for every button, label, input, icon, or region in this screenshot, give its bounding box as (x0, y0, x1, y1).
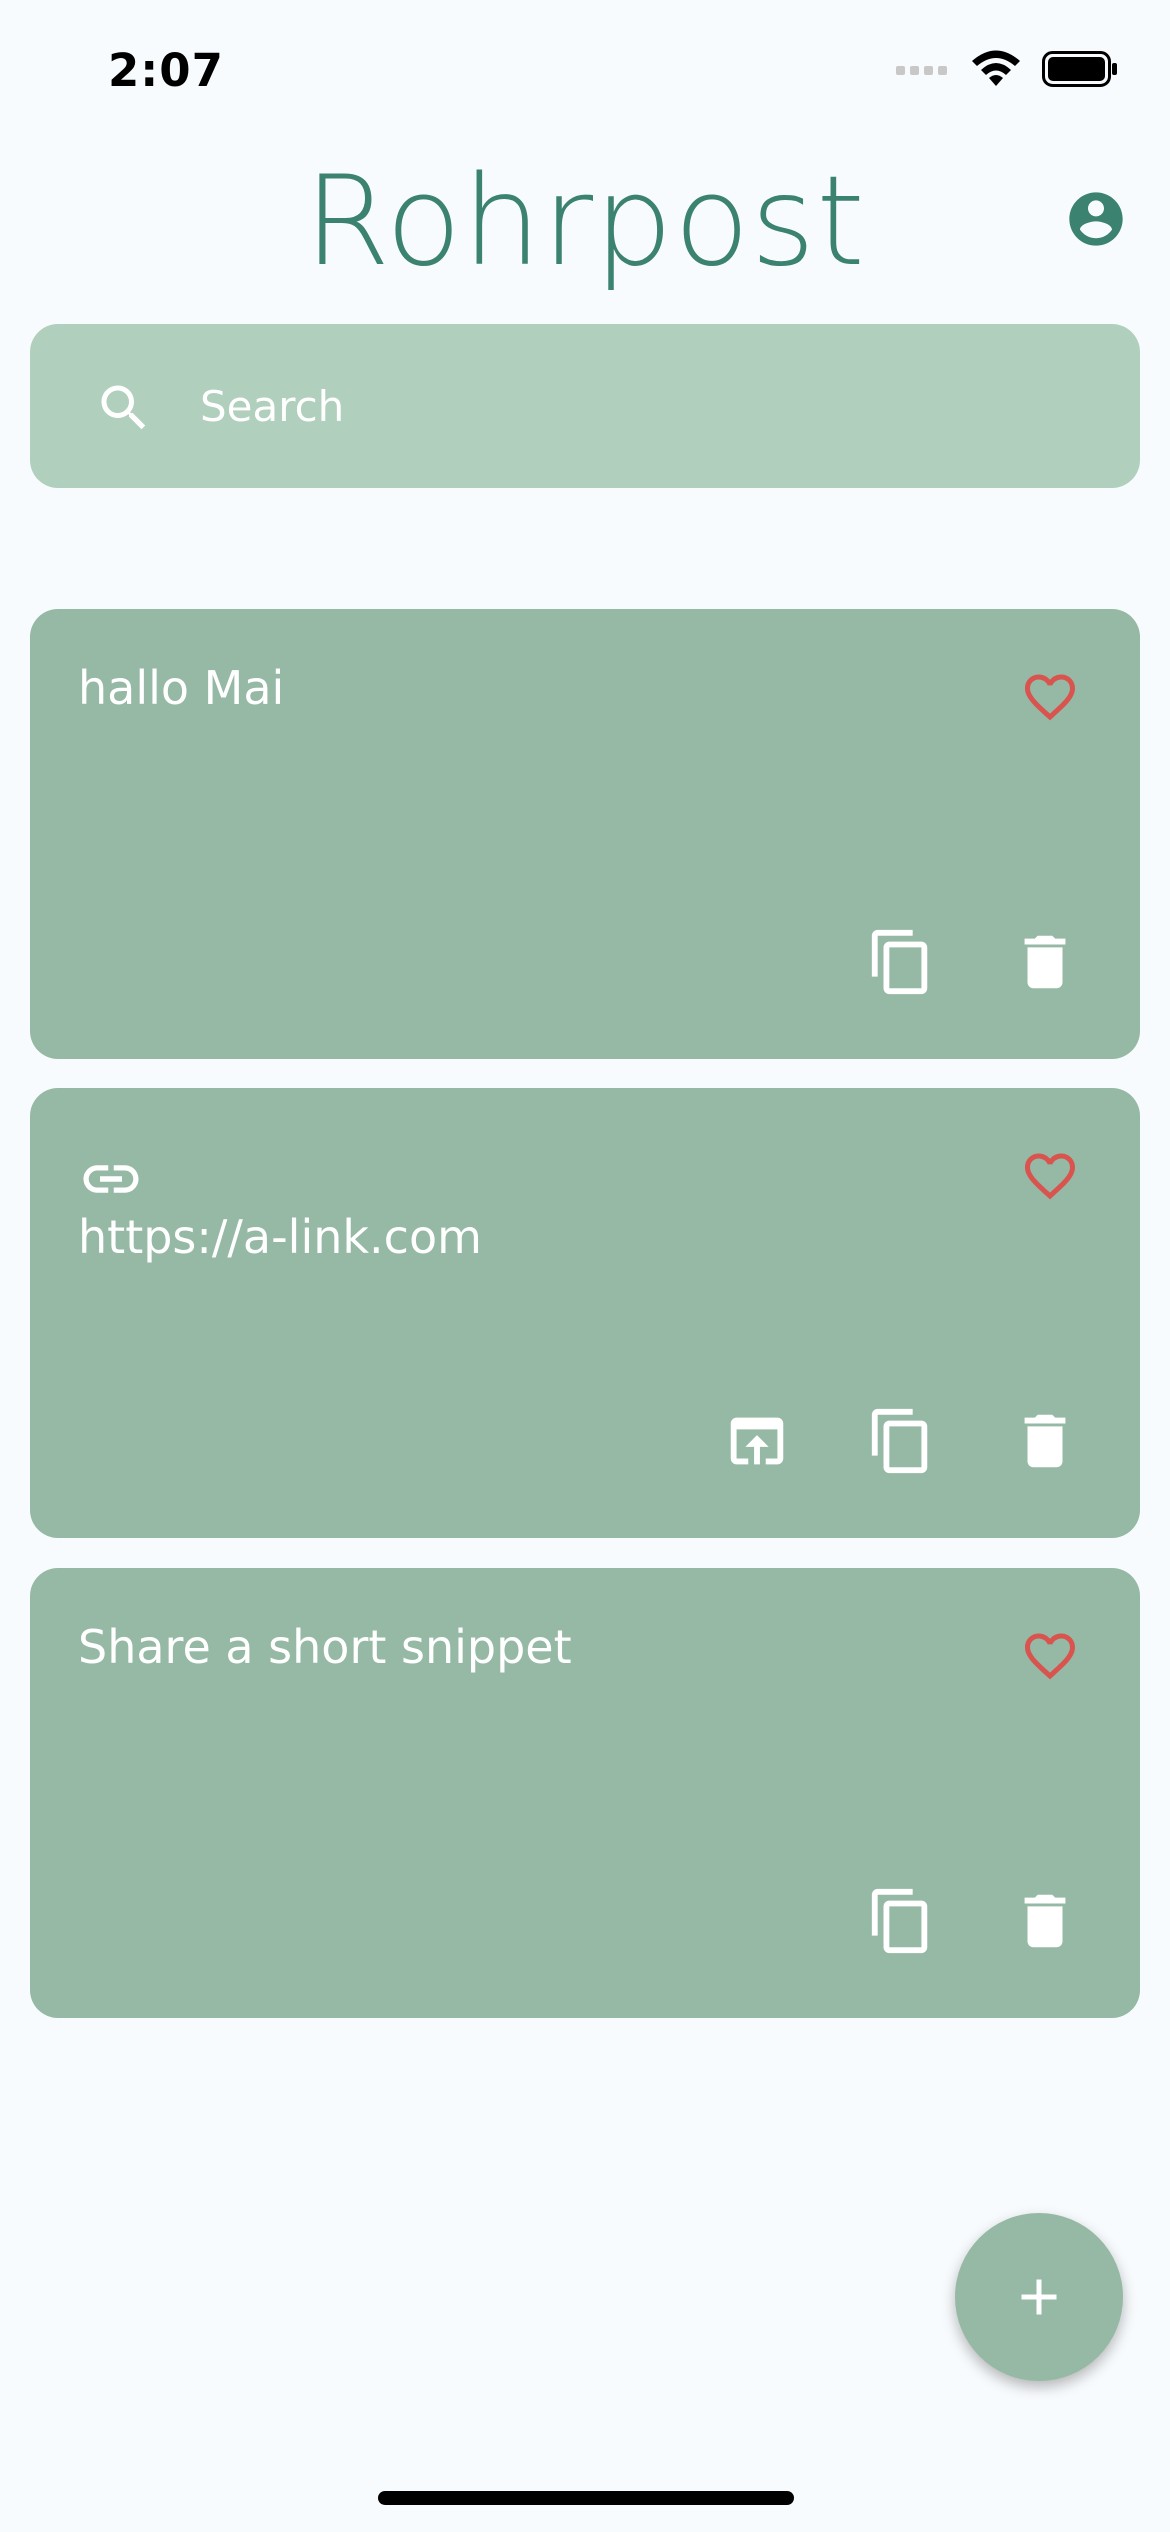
copy-button[interactable] (866, 924, 936, 1000)
copy-button[interactable] (866, 1403, 936, 1479)
search-input[interactable] (198, 370, 1082, 442)
app-screen: 2:07 Rohrpost hallo Ma (0, 0, 1170, 2532)
favorite-button[interactable] (1020, 667, 1080, 727)
copy-icon (871, 1888, 928, 1954)
snippet-text: Share a short snippet (78, 1620, 572, 1674)
status-icons (896, 50, 1118, 88)
status-time: 2:07 (108, 44, 224, 97)
heart-outline-icon (1025, 1153, 1075, 1200)
trash-icon (1024, 1894, 1066, 1948)
delete-button[interactable] (1010, 1403, 1080, 1479)
add-snippet-button[interactable] (955, 2213, 1123, 2381)
account-circle-icon (1069, 192, 1123, 246)
copy-icon (871, 1408, 928, 1474)
favorite-button[interactable] (1020, 1146, 1080, 1206)
wifi-icon (972, 50, 1020, 86)
snippet-card[interactable]: Share a short snippet (30, 1568, 1140, 2018)
open-in-browser-icon (730, 1417, 784, 1465)
trash-icon (1024, 935, 1066, 989)
app-title: Rohrpost (304, 150, 866, 294)
copy-button[interactable] (866, 1883, 936, 1959)
battery-icon (1042, 51, 1117, 87)
delete-button[interactable] (1010, 924, 1080, 1000)
account-button[interactable] (1064, 187, 1128, 251)
delete-button[interactable] (1010, 1883, 1080, 1959)
heart-outline-icon (1025, 1633, 1075, 1680)
cellular-signal-icon (896, 66, 947, 75)
home-indicator[interactable] (378, 2491, 794, 2505)
snippet-card-link[interactable]: https://a-link.com (30, 1088, 1140, 1538)
snippet-text: hallo Mai (78, 661, 285, 715)
open-link-button[interactable] (722, 1403, 792, 1479)
heart-outline-icon (1025, 674, 1075, 721)
trash-icon (1024, 1414, 1066, 1468)
copy-icon (871, 929, 928, 995)
link-icon (83, 1165, 139, 1193)
search-icon (101, 385, 146, 430)
snippet-text: https://a-link.com (78, 1210, 482, 1264)
plus-icon (1021, 2279, 1057, 2315)
favorite-button[interactable] (1020, 1626, 1080, 1686)
search-bar[interactable] (30, 324, 1140, 488)
snippet-card[interactable]: hallo Mai (30, 609, 1140, 1059)
